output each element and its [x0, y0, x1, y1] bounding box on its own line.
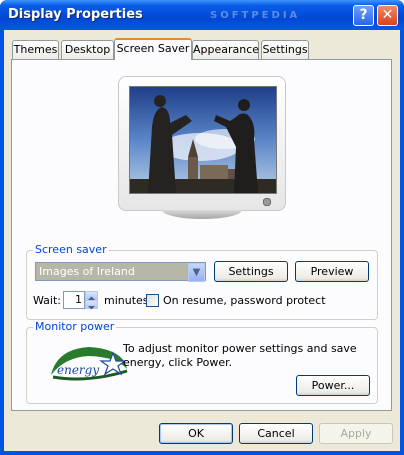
monitor-power-group-label: Monitor power [33, 320, 117, 333]
screen-saver-group: Screen saver Images of Ireland ▼ Setting… [26, 243, 378, 320]
tab-settings[interactable]: Settings [261, 40, 309, 59]
settings-button[interactable]: Settings [214, 261, 288, 282]
screen-saver-group-label: Screen saver [33, 243, 109, 256]
cancel-button[interactable]: Cancel [239, 423, 313, 444]
wait-label: Wait: [33, 294, 61, 307]
wait-minutes-input[interactable]: 1 [63, 291, 85, 309]
monitor-power-description: To adjust monitor power settings and sav… [123, 342, 357, 369]
wait-decrement-button[interactable] [85, 300, 98, 310]
power-button[interactable]: Power... [296, 375, 370, 396]
wait-increment-button[interactable] [85, 291, 98, 300]
preview-button[interactable]: Preview [295, 261, 369, 282]
ok-button[interactable]: OK [159, 423, 233, 444]
tab-themes[interactable]: Themes [12, 40, 59, 59]
monitor-preview [118, 76, 286, 219]
energy-star-logo: energy [51, 347, 128, 381]
monitor-power-group: Monitor power energy To adjust monitor p… [26, 320, 378, 404]
tab-appearance[interactable]: Appearance [192, 40, 259, 59]
screen-saver-panel: Screen saver Images of Ireland ▼ Setting… [11, 59, 392, 411]
display-properties-window: Display Properties SOFTPEDIA ? ✕ Themes … [0, 0, 404, 455]
screen-saver-selected-value: Images of Ireland [36, 263, 190, 280]
screen-saver-select[interactable]: Images of Ireland ▼ [35, 262, 206, 282]
down-arrow-icon [88, 306, 95, 310]
help-button[interactable]: ? [353, 5, 374, 26]
close-button[interactable]: ✕ [377, 5, 398, 26]
preview-screen [129, 86, 277, 194]
monitor-frame [118, 76, 286, 211]
title-bar[interactable]: Display Properties SOFTPEDIA ? ✕ [0, 0, 404, 30]
ireland-photo-preview [130, 87, 276, 193]
dialog-client-area: Themes Desktop Screen Saver Appearance S… [4, 30, 400, 451]
tab-desktop[interactable]: Desktop [61, 40, 114, 59]
energy-logo-text: energy [57, 363, 99, 377]
window-title: Display Properties [8, 7, 143, 22]
chevron-down-icon[interactable]: ▼ [188, 263, 205, 282]
tab-screen-saver[interactable]: Screen Saver [114, 38, 192, 60]
monitor-power-led [263, 198, 271, 206]
password-protect-checkbox[interactable] [146, 294, 159, 307]
apply-button[interactable]: Apply [319, 423, 393, 444]
password-protect-label[interactable]: On resume, password protect [163, 294, 326, 308]
minutes-label: minutes [104, 294, 149, 307]
monitor-stand [162, 210, 242, 219]
watermark: SOFTPEDIA [210, 10, 301, 21]
